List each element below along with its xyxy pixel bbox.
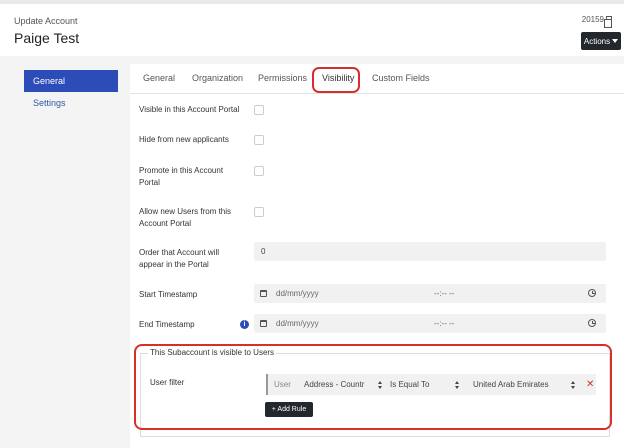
hide-applicants-checkbox[interactable]	[254, 135, 264, 145]
page-header: Update Account Paige Test 20159 Actions	[0, 4, 624, 56]
end-timestamp-input[interactable]: dd/mm/yyyy --:-- --	[254, 314, 606, 333]
tab-custom-fields[interactable]: Custom Fields	[372, 73, 430, 83]
tab-organization[interactable]: Organization	[192, 73, 243, 83]
record-id-text: 20159	[581, 15, 604, 24]
actions-button[interactable]: Actions	[581, 32, 621, 50]
start-timestamp-label: Start Timestamp	[139, 290, 198, 299]
start-timestamp-input[interactable]: dd/mm/yyyy --:-- --	[254, 284, 606, 303]
order-input[interactable]: 0	[254, 242, 606, 261]
chevron-down-icon	[612, 39, 619, 43]
actions-label: Actions	[583, 36, 611, 46]
page-subtitle: Update Account	[14, 16, 78, 26]
copy-icon[interactable]	[604, 16, 612, 28]
tab-highlight-annotation	[312, 67, 360, 93]
page-title: Paige Test	[14, 30, 80, 46]
end-timestamp-label: End Timestamp	[139, 320, 195, 329]
end-time-placeholder: --:-- --	[434, 319, 455, 328]
promote-label: Promote in this Account Portal	[139, 166, 224, 187]
allow-new-users-label: Allow new Users from this Account Portal	[139, 207, 232, 228]
visible-portal-checkbox[interactable]	[254, 105, 264, 115]
sidebar: General Settings	[24, 70, 118, 114]
start-date-placeholder: dd/mm/yyyy	[276, 289, 319, 298]
promote-checkbox[interactable]	[254, 166, 264, 176]
sidebar-item-general[interactable]: General	[24, 70, 118, 92]
record-id[interactable]: 20159	[581, 15, 612, 28]
end-date-placeholder: dd/mm/yyyy	[276, 319, 319, 328]
sidebar-item-settings[interactable]: Settings	[24, 92, 118, 114]
calendar-icon[interactable]	[260, 290, 267, 297]
hide-applicants-label: Hide from new applicants	[139, 135, 229, 144]
subaccount-highlight-annotation	[134, 344, 612, 430]
allow-new-users-checkbox[interactable]	[254, 207, 264, 217]
tab-permissions[interactable]: Permissions	[258, 73, 307, 83]
start-time-placeholder: --:-- --	[434, 289, 455, 298]
visible-portal-label: Visible in this Account Portal	[139, 105, 240, 114]
info-icon[interactable]: i	[240, 320, 249, 329]
tab-general[interactable]: General	[143, 73, 175, 83]
calendar-icon[interactable]	[260, 320, 267, 327]
tab-bar: General Organization Permissions Visibil…	[130, 64, 624, 94]
clock-icon[interactable]	[588, 319, 596, 327]
order-label: Order that Account will appear in the Po…	[139, 248, 220, 269]
clock-icon[interactable]	[588, 289, 596, 297]
order-value: 0	[261, 247, 266, 256]
